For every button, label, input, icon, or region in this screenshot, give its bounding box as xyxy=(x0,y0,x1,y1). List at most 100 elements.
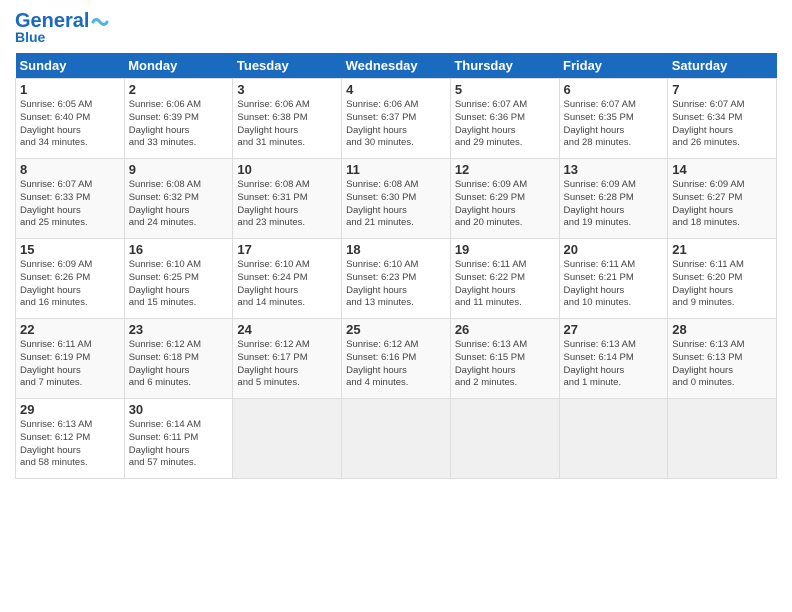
day-cell-23: 23 Sunrise: 6:12 AMSunset: 6:18 PMDayligh… xyxy=(124,319,233,399)
day-info: Sunrise: 6:13 AMSunset: 6:13 PMDaylight … xyxy=(672,339,772,390)
day-number: 12 xyxy=(455,162,555,177)
day-info: Sunrise: 6:12 AMSunset: 6:16 PMDaylight … xyxy=(346,339,446,390)
day-cell-17: 17 Sunrise: 6:10 AMSunset: 6:24 PMDayligh… xyxy=(233,239,342,319)
day-cell-8: 8 Sunrise: 6:07 AMSunset: 6:33 PMDaylight… xyxy=(16,159,125,239)
logo: General Blue xyxy=(15,10,109,45)
calendar-week-1: 1 Sunrise: 6:05 AMSunset: 6:40 PMDaylight… xyxy=(16,79,777,159)
page-container: General Blue SundayMondayTuesdayWednesda… xyxy=(0,0,792,489)
day-info: Sunrise: 6:08 AMSunset: 6:30 PMDaylight … xyxy=(346,179,446,230)
day-info: Sunrise: 6:10 AMSunset: 6:25 PMDaylight … xyxy=(129,259,229,310)
day-cell-9: 9Sunrise: 6:08 AMSunset: 6:32 PMDaylight… xyxy=(124,159,233,239)
empty-cell xyxy=(559,399,668,479)
day-number: 18 xyxy=(346,242,446,257)
day-cell-5: 5 Sunrise: 6:07 AMSunset: 6:36 PMDaylight… xyxy=(450,79,559,159)
day-cell-19: 19 Sunrise: 6:11 AMSunset: 6:22 PMDayligh… xyxy=(450,239,559,319)
day-info: Sunrise: 6:09 AMSunset: 6:27 PMDaylight … xyxy=(672,179,772,230)
day-info: Sunrise: 6:10 AMSunset: 6:24 PMDaylight … xyxy=(237,259,337,310)
day-cell-25: 25 Sunrise: 6:12 AMSunset: 6:16 PMDayligh… xyxy=(342,319,451,399)
day-number: 11 xyxy=(346,162,446,177)
empty-cell xyxy=(450,399,559,479)
calendar-week-2: 8 Sunrise: 6:07 AMSunset: 6:33 PMDaylight… xyxy=(16,159,777,239)
day-cell-16: 16 Sunrise: 6:10 AMSunset: 6:25 PMDayligh… xyxy=(124,239,233,319)
day-cell-6: 6Sunrise: 6:07 AMSunset: 6:35 PMDaylight… xyxy=(559,79,668,159)
calendar-week-3: 15 Sunrise: 6:09 AMSunset: 6:26 PMDayligh… xyxy=(16,239,777,319)
weekday-header-tuesday: Tuesday xyxy=(233,53,342,79)
day-cell-18: 18Sunrise: 6:10 AMSunset: 6:23 PMDayligh… xyxy=(342,239,451,319)
weekday-header-thursday: Thursday xyxy=(450,53,559,79)
weekday-header-saturday: Saturday xyxy=(668,53,777,79)
day-number: 14 xyxy=(672,162,772,177)
day-number: 5 xyxy=(455,82,555,97)
calendar-week-5: 29Sunrise: 6:13 AMSunset: 6:12 PMDayligh… xyxy=(16,399,777,479)
day-cell-21: 21 Sunrise: 6:11 AMSunset: 6:20 PMDayligh… xyxy=(668,239,777,319)
day-cell-11: 11 Sunrise: 6:08 AMSunset: 6:30 PMDayligh… xyxy=(342,159,451,239)
day-info: Sunrise: 6:05 AMSunset: 6:40 PMDaylight … xyxy=(20,99,120,150)
day-info: Sunrise: 6:13 AMSunset: 6:12 PMDaylight … xyxy=(20,419,120,470)
calendar-week-4: 22Sunrise: 6:11 AMSunset: 6:19 PMDayligh… xyxy=(16,319,777,399)
day-cell-29: 29Sunrise: 6:13 AMSunset: 6:12 PMDayligh… xyxy=(16,399,125,479)
day-number: 15 xyxy=(20,242,120,257)
day-cell-3: 3 Sunrise: 6:06 AMSunset: 6:38 PMDaylight… xyxy=(233,79,342,159)
day-cell-10: 10 Sunrise: 6:08 AMSunset: 6:31 PMDayligh… xyxy=(233,159,342,239)
day-number: 10 xyxy=(237,162,337,177)
day-number: 2 xyxy=(129,82,229,97)
logo-wave-icon xyxy=(91,15,109,29)
day-number: 23 xyxy=(129,322,229,337)
day-number: 24 xyxy=(237,322,337,337)
day-number: 4 xyxy=(346,82,446,97)
day-number: 26 xyxy=(455,322,555,337)
day-number: 8 xyxy=(20,162,120,177)
day-cell-15: 15 Sunrise: 6:09 AMSunset: 6:26 PMDayligh… xyxy=(16,239,125,319)
page-header: General Blue xyxy=(15,10,777,45)
day-cell-2: 2 Sunrise: 6:06 AMSunset: 6:39 PMDaylight… xyxy=(124,79,233,159)
day-info: Sunrise: 6:06 AMSunset: 6:38 PMDaylight … xyxy=(237,99,337,150)
day-cell-27: 27Sunrise: 6:13 AMSunset: 6:14 PMDayligh… xyxy=(559,319,668,399)
day-info: Sunrise: 6:11 AMSunset: 6:22 PMDaylight … xyxy=(455,259,555,310)
day-cell-28: 28 Sunrise: 6:13 AMSunset: 6:13 PMDayligh… xyxy=(668,319,777,399)
day-info: Sunrise: 6:07 AMSunset: 6:33 PMDaylight … xyxy=(20,179,120,230)
day-info: Sunrise: 6:13 AMSunset: 6:14 PMDaylight … xyxy=(564,339,664,390)
day-number: 1 xyxy=(20,82,120,97)
day-info: Sunrise: 6:06 AMSunset: 6:37 PMDaylight … xyxy=(346,99,446,150)
day-number: 25 xyxy=(346,322,446,337)
day-cell-13: 13 Sunrise: 6:09 AMSunset: 6:28 PMDayligh… xyxy=(559,159,668,239)
day-cell-1: 1 Sunrise: 6:05 AMSunset: 6:40 PMDaylight… xyxy=(16,79,125,159)
day-info: Sunrise: 6:07 AMSunset: 6:36 PMDaylight … xyxy=(455,99,555,150)
weekday-header-monday: Monday xyxy=(124,53,233,79)
day-info: Sunrise: 6:07 AMSunset: 6:34 PMDaylight … xyxy=(672,99,772,150)
day-info: Sunrise: 6:09 AMSunset: 6:28 PMDaylight … xyxy=(564,179,664,230)
day-number: 19 xyxy=(455,242,555,257)
weekday-header-wednesday: Wednesday xyxy=(342,53,451,79)
day-number: 17 xyxy=(237,242,337,257)
day-info: Sunrise: 6:06 AMSunset: 6:39 PMDaylight … xyxy=(129,99,229,150)
day-info: Sunrise: 6:11 AMSunset: 6:21 PMDaylight … xyxy=(564,259,664,310)
empty-cell xyxy=(233,399,342,479)
day-number: 16 xyxy=(129,242,229,257)
day-number: 6 xyxy=(564,82,664,97)
day-number: 20 xyxy=(564,242,664,257)
day-cell-4: 4 Sunrise: 6:06 AMSunset: 6:37 PMDaylight… xyxy=(342,79,451,159)
day-info: Sunrise: 6:12 AMSunset: 6:18 PMDaylight … xyxy=(129,339,229,390)
day-cell-30: 30 Sunrise: 6:14 AMSunset: 6:11 PMDayligh… xyxy=(124,399,233,479)
day-number: 7 xyxy=(672,82,772,97)
day-number: 3 xyxy=(237,82,337,97)
day-number: 30 xyxy=(129,402,229,417)
day-info: Sunrise: 6:09 AMSunset: 6:29 PMDaylight … xyxy=(455,179,555,230)
logo-text-blue: Blue xyxy=(15,29,45,45)
day-info: Sunrise: 6:13 AMSunset: 6:15 PMDaylight … xyxy=(455,339,555,390)
day-number: 22 xyxy=(20,322,120,337)
day-info: Sunrise: 6:08 AMSunset: 6:31 PMDaylight … xyxy=(237,179,337,230)
calendar-table: SundayMondayTuesdayWednesdayThursdayFrid… xyxy=(15,53,777,479)
day-cell-14: 14 Sunrise: 6:09 AMSunset: 6:27 PMDayligh… xyxy=(668,159,777,239)
day-info: Sunrise: 6:09 AMSunset: 6:26 PMDaylight … xyxy=(20,259,120,310)
day-number: 28 xyxy=(672,322,772,337)
day-number: 13 xyxy=(564,162,664,177)
day-number: 21 xyxy=(672,242,772,257)
day-number: 9 xyxy=(129,162,229,177)
day-info: Sunrise: 6:14 AMSunset: 6:11 PMDaylight … xyxy=(129,419,229,470)
day-cell-7: 7 Sunrise: 6:07 AMSunset: 6:34 PMDaylight… xyxy=(668,79,777,159)
day-info: Sunrise: 6:11 AMSunset: 6:20 PMDaylight … xyxy=(672,259,772,310)
day-cell-20: 20 Sunrise: 6:11 AMSunset: 6:21 PMDayligh… xyxy=(559,239,668,319)
empty-cell xyxy=(668,399,777,479)
weekday-header-friday: Friday xyxy=(559,53,668,79)
